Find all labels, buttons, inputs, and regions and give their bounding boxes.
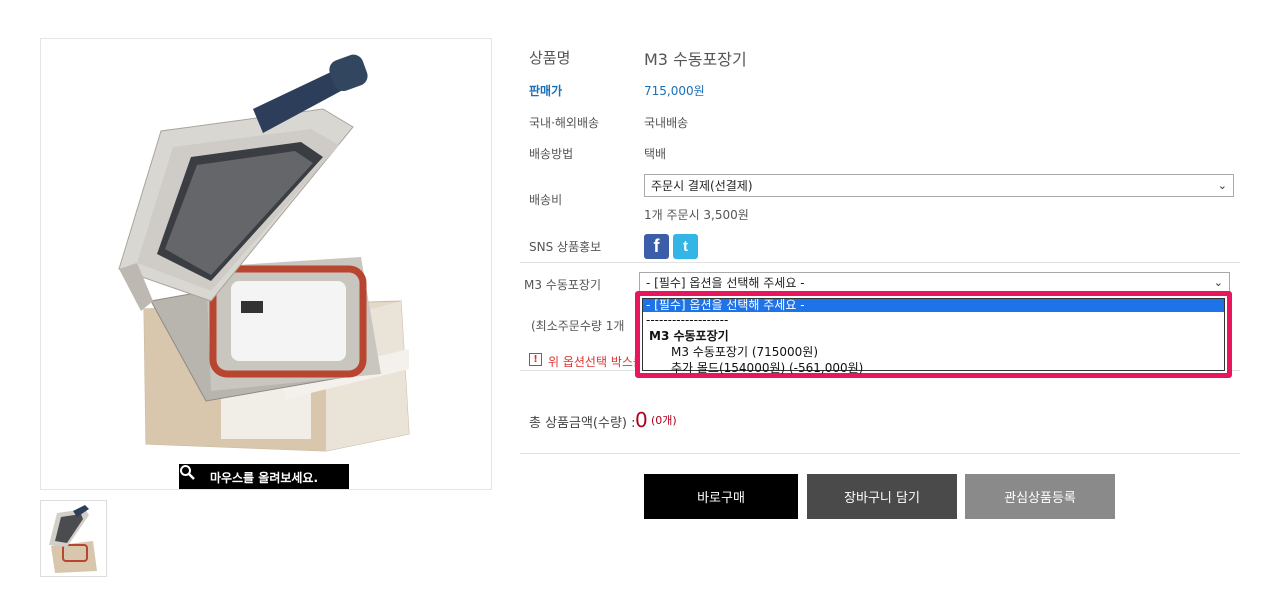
chevron-down-icon: ⌄ xyxy=(1213,276,1223,289)
sns-label: SNS 상품홍보 xyxy=(529,240,602,254)
option-label: M3 수동포장기 xyxy=(524,278,602,292)
product-name-label: 상품명 xyxy=(529,49,571,67)
warning-icon: ! xyxy=(529,353,542,366)
add-to-cart-button[interactable]: 장바구니 담기 xyxy=(807,474,957,519)
product-thumbnail[interactable] xyxy=(40,500,107,577)
product-main-image[interactable]: 마우스를 올려보세요. xyxy=(40,38,492,490)
min-order-text: (최소주문수량 1개 xyxy=(531,319,625,333)
thumbnail-sealer-image xyxy=(49,505,97,573)
shipping-method-value: 택배 xyxy=(644,147,667,161)
shipping-method-label: 배송방법 xyxy=(529,147,574,161)
shipping-region-value: 국내배송 xyxy=(644,116,689,130)
sealer-machine-illustration xyxy=(118,54,410,452)
zoom-hint-text: 마우스를 올려보세요. xyxy=(209,471,319,485)
total-price-label: 총 상품금액(수량) : xyxy=(529,416,636,431)
dropdown-option-extra-mold[interactable]: 추가 몰드(154000원) (-561,000원) xyxy=(643,360,1224,376)
wishlist-button[interactable]: 관심상품등록 xyxy=(965,474,1115,519)
total-quantity: (0개) xyxy=(651,414,677,427)
twitter-icon[interactable]: t xyxy=(673,234,698,259)
shipping-fee-select[interactable]: 주문시 결제(선결제) ⌄ xyxy=(644,174,1234,197)
option-dropdown-list[interactable]: - [필수] 옵션을 선택해 주세요 - -------------------… xyxy=(635,291,1232,378)
shipping-fee-select-value: 주문시 결제(선결제) xyxy=(651,179,753,193)
shipping-fee-label: 배송비 xyxy=(529,193,563,207)
divider xyxy=(520,453,1240,454)
chevron-down-icon: ⌄ xyxy=(1217,179,1227,192)
price-label: 판매가 xyxy=(529,84,563,98)
buy-now-button[interactable]: 바로구매 xyxy=(644,474,798,519)
shipping-region-label: 국내·해외배송 xyxy=(529,116,600,130)
product-name-value: M3 수동포장기 xyxy=(644,50,747,69)
zoom-hint-banner: 마우스를 올려보세요. xyxy=(179,464,349,489)
dropdown-option-m3[interactable]: M3 수동포장기 (715000원) xyxy=(643,344,1224,360)
option-select[interactable]: - [필수] 옵션을 선택해 주세요 - ⌄ xyxy=(639,272,1230,293)
shipping-fee-note: 1개 주문시 3,500원 xyxy=(644,208,749,222)
dropdown-group-label: M3 수동포장기 xyxy=(649,329,729,343)
total-price-amount: 0 xyxy=(635,408,648,432)
dropdown-option-placeholder[interactable]: - [필수] 옵션을 선택해 주세요 - xyxy=(643,299,1224,312)
option-warning-text: 위 옵션선택 박스를 xyxy=(548,355,636,369)
dropdown-option-separator: ------------------- xyxy=(646,313,729,327)
divider xyxy=(520,262,1240,263)
option-select-value: - [필수] 옵션을 선택해 주세요 - xyxy=(646,276,805,290)
facebook-icon[interactable]: f xyxy=(644,234,669,259)
magnifier-icon xyxy=(180,465,195,480)
price-value: 715,000원 xyxy=(644,84,705,98)
